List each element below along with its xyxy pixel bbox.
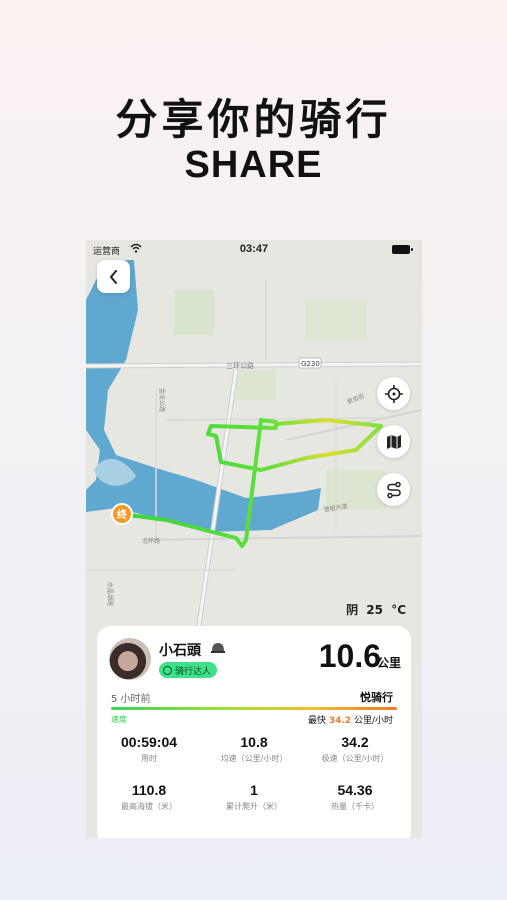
stat-max-speed: 34.2 极速（公里/小时） — [303, 734, 407, 764]
stat-value: 10.8 — [240, 734, 268, 750]
weather-temp: 25 — [366, 603, 383, 617]
fastest-unit: 公里/小时 — [353, 716, 393, 726]
map-view[interactable]: 三环公路 G230 金龙公路 紫金街 雪梧大道 北环路 水晶湖路 终 — [86, 240, 422, 660]
route-button[interactable] — [377, 473, 410, 506]
distance-value: 10.6 — [318, 638, 381, 674]
back-button[interactable] — [97, 260, 130, 293]
map-label-road-badge: G230 — [301, 360, 320, 368]
stat-avg-speed: 10.8 均速（公里/小时） — [202, 734, 306, 764]
fastest-speed: 最快 34.2 公里/小时 — [308, 713, 393, 726]
map-layer-button[interactable] — [377, 425, 410, 458]
phone-screen: 三环公路 G230 金龙公路 紫金街 雪梧大道 北环路 水晶湖路 终 运营商 0… — [86, 240, 422, 838]
ride-summary-card: 小石頭 骑行达人 10.6 公里 5 小时前 悦骑行 速度 最快 34.2 公里… — [97, 626, 411, 838]
chevron-left-icon — [109, 269, 117, 284]
map-label-road-left: 金龙公路 — [158, 388, 166, 412]
crosshair-icon — [384, 384, 403, 403]
stat-calories: 54.36 热量（千卡） — [303, 782, 407, 812]
username: 小石頭 — [159, 643, 201, 659]
speed-gradient-bar — [111, 707, 397, 710]
status-bar: 运营商 03:47 — [86, 240, 422, 260]
avatar[interactable] — [109, 638, 151, 680]
weather-condition: 阴 — [346, 603, 359, 617]
fastest-prefix: 最快 — [307, 716, 326, 726]
brand-logo: 悦骑行 — [360, 691, 393, 704]
stat-value: 54.36 — [337, 782, 373, 798]
weather-unit: °C — [391, 603, 406, 617]
status-time: 03:47 — [239, 243, 269, 255]
route-end-marker: 终 — [117, 508, 128, 521]
route-icon — [386, 481, 401, 498]
stat-value: 00:59:04 — [120, 734, 178, 750]
map-label-road-bottom: 北环路 — [142, 537, 160, 545]
stat-elevation-gain: 1 累计爬升（米） — [202, 782, 306, 812]
hero-title: 分享你的骑行 — [115, 95, 392, 144]
badge-icon — [163, 665, 172, 675]
map-label-road-bottom-left: 水晶湖路 — [106, 582, 114, 606]
map-icon — [386, 434, 401, 449]
level-badge: 骑行达人 — [159, 662, 218, 678]
map-label-road-top: 三环公路 — [226, 361, 254, 370]
stat-duration: 00:59:04 用时 — [97, 734, 201, 764]
helmet-icon — [211, 643, 225, 653]
battery-icon — [392, 245, 413, 254]
locate-button[interactable] — [377, 377, 410, 410]
stat-label: 极速（公里/小时） — [321, 754, 389, 763]
stat-label: 最高海拔（米） — [121, 802, 177, 811]
stat-value: 110.8 — [131, 782, 167, 798]
weather-readout: 阴 25 °C — [342, 601, 406, 618]
hero-subtitle: SHARE — [184, 144, 323, 186]
stat-value: 1 — [250, 782, 258, 798]
stat-label: 热量（千卡） — [331, 802, 379, 811]
stat-value: 34.2 — [341, 734, 369, 750]
ride-time-ago: 5 小时前 — [111, 694, 151, 705]
speed-label: 速度 — [111, 715, 127, 724]
distance-unit: 公里 — [376, 656, 401, 670]
fastest-value: 34.2 — [328, 716, 352, 726]
badge-label: 骑行达人 — [175, 666, 212, 677]
stat-label: 累计爬升（米） — [226, 802, 282, 811]
stat-max-altitude: 110.8 最高海拔（米） — [97, 782, 201, 812]
stat-label: 均速（公里/小时） — [220, 754, 288, 763]
stat-label: 用时 — [141, 754, 157, 763]
